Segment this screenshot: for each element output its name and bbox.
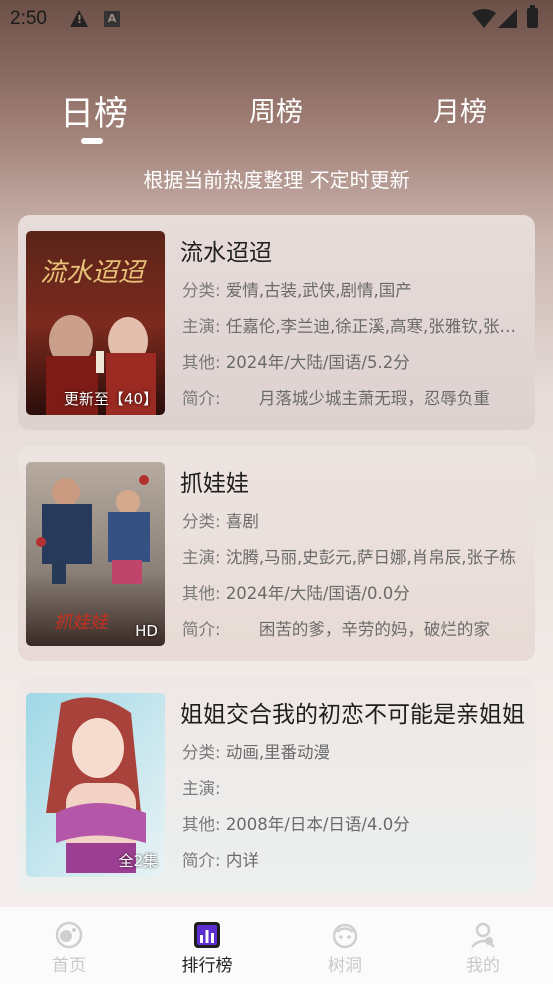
category-value: 喜剧 [225, 512, 259, 531]
home-planet-icon [55, 921, 83, 949]
category-value: 爱情,古装,武侠,剧情,国产 [225, 281, 412, 300]
nav-profile-label: 我的 [466, 956, 500, 976]
episode-badge: 全2集 [118, 852, 158, 870]
other-label: 其他: [182, 353, 221, 372]
category-row: 分类: 动画,里番动漫 [182, 739, 526, 763]
ranking-card[interactable]: 全2集 姐姐交合我的初恋不可能是亲姐姐 分类: 动画,里番动漫 主演: 其他: … [18, 677, 535, 892]
poster-image: 全2集 [26, 693, 165, 877]
other-label: 其他: [182, 815, 221, 834]
other-value: 2024年/大陆/国语/0.0分 [225, 584, 410, 603]
poster-image: 抓娃娃 HD [26, 462, 165, 646]
ranking-bars-icon [194, 922, 220, 948]
ranking-card[interactable]: 抓娃娃 HD 抓娃娃 分类: 喜剧 主演: 沈腾,马丽,史彭元,萨日娜,肖帛辰,… [18, 446, 535, 661]
tab-daily[interactable]: 日榜 [60, 86, 128, 135]
other-label: 其他: [182, 584, 221, 603]
episode-badge: 更新至【40】 [63, 390, 158, 408]
intro-label: 简介: [182, 851, 221, 870]
nav-profile[interactable]: 我的 [414, 907, 552, 984]
nav-home-label: 首页 [52, 956, 86, 976]
item-title: 抓娃娃 [180, 471, 249, 497]
nav-treehole[interactable]: 树洞 [276, 907, 414, 984]
status-bar: 2:50 A [0, 0, 553, 38]
tab-weekly[interactable]: 周榜 [249, 90, 303, 129]
nav-home[interactable]: 首页 [0, 907, 138, 984]
ranking-tabs: 日榜 周榜 月榜 [0, 90, 553, 150]
other-row: 其他: 2024年/大陆/国语/5.2分 [182, 349, 526, 373]
category-label: 分类: [182, 743, 221, 762]
category-row: 分类: 爱情,古装,武侠,剧情,国产 [182, 277, 526, 301]
poster-image: 流水迢迢 更新至【40】 [26, 231, 165, 415]
status-time: 2:50 [10, 8, 47, 29]
cast-value: 沈腾,马丽,史彭元,萨日娜,肖帛辰,张子栋 [225, 548, 517, 567]
wifi-icon [472, 9, 496, 28]
warning-icon [70, 10, 88, 27]
nav-ranking-label: 排行榜 [181, 956, 233, 976]
intro-value: 月落城少城主萧无瑕，忍辱负重 [225, 389, 490, 408]
cast-row: 主演: [182, 775, 526, 799]
tab-monthly[interactable]: 月榜 [433, 90, 487, 129]
quality-badge: HD [135, 622, 158, 640]
svg-text:抓娃娃: 抓娃娃 [54, 612, 110, 633]
category-value: 动画,里番动漫 [225, 743, 331, 762]
svg-text:流水迢迢: 流水迢迢 [40, 258, 147, 288]
cast-row: 主演: 沈腾,马丽,史彭元,萨日娜,肖帛辰,张子栋 [182, 544, 526, 568]
nav-treehole-label: 树洞 [328, 956, 362, 976]
app-notification-icon: A [104, 11, 120, 27]
item-title: 流水迢迢 [180, 240, 272, 266]
cast-label: 主演: [182, 548, 221, 567]
active-tab-indicator [81, 138, 103, 144]
intro-row: 简介: 内详 [182, 847, 526, 871]
intro-label: 简介: [182, 389, 221, 408]
battery-icon [527, 5, 538, 28]
intro-row: 简介: 月落城少城主萧无瑕，忍辱负重 [182, 385, 526, 409]
other-row: 其他: 2024年/大陆/国语/0.0分 [182, 580, 526, 604]
item-title: 姐姐交合我的初恋不可能是亲姐姐 [180, 702, 525, 728]
cast-row: 主演: 任嘉伦,李兰迪,徐正溪,高寒,张雅钦,张凌赫 [182, 313, 526, 337]
intro-row: 简介: 困苦的爹，辛劳的妈，破烂的家 [182, 616, 526, 640]
other-value: 2024年/大陆/国语/5.2分 [225, 353, 410, 372]
other-row: 其他: 2008年/日本/日语/4.0分 [182, 811, 526, 835]
bottom-navigation: 首页 排行榜 树洞 我的 [0, 907, 553, 984]
ranking-subtitle: 根据当前热度整理 不定时更新 [143, 168, 410, 192]
intro-label: 简介: [182, 620, 221, 639]
intro-value: 困苦的爹，辛劳的妈，破烂的家 [225, 620, 490, 639]
ranking-card[interactable]: 流水迢迢 更新至【40】 流水迢迢 分类: 爱情,古装,武侠,剧情,国产 主演:… [18, 215, 535, 430]
cast-value: 任嘉伦,李兰迪,徐正溪,高寒,张雅钦,张凌赫 [225, 317, 526, 336]
signal-icon [498, 9, 517, 28]
cast-label: 主演: [182, 779, 221, 798]
other-value: 2008年/日本/日语/4.0分 [225, 815, 410, 834]
category-row: 分类: 喜剧 [182, 508, 526, 532]
category-label: 分类: [182, 512, 221, 531]
profile-icon [471, 922, 495, 948]
intro-value: 内详 [225, 851, 259, 870]
category-label: 分类: [182, 281, 221, 300]
cast-label: 主演: [182, 317, 221, 336]
tree-hole-icon [332, 923, 358, 949]
nav-ranking[interactable]: 排行榜 [138, 907, 276, 984]
